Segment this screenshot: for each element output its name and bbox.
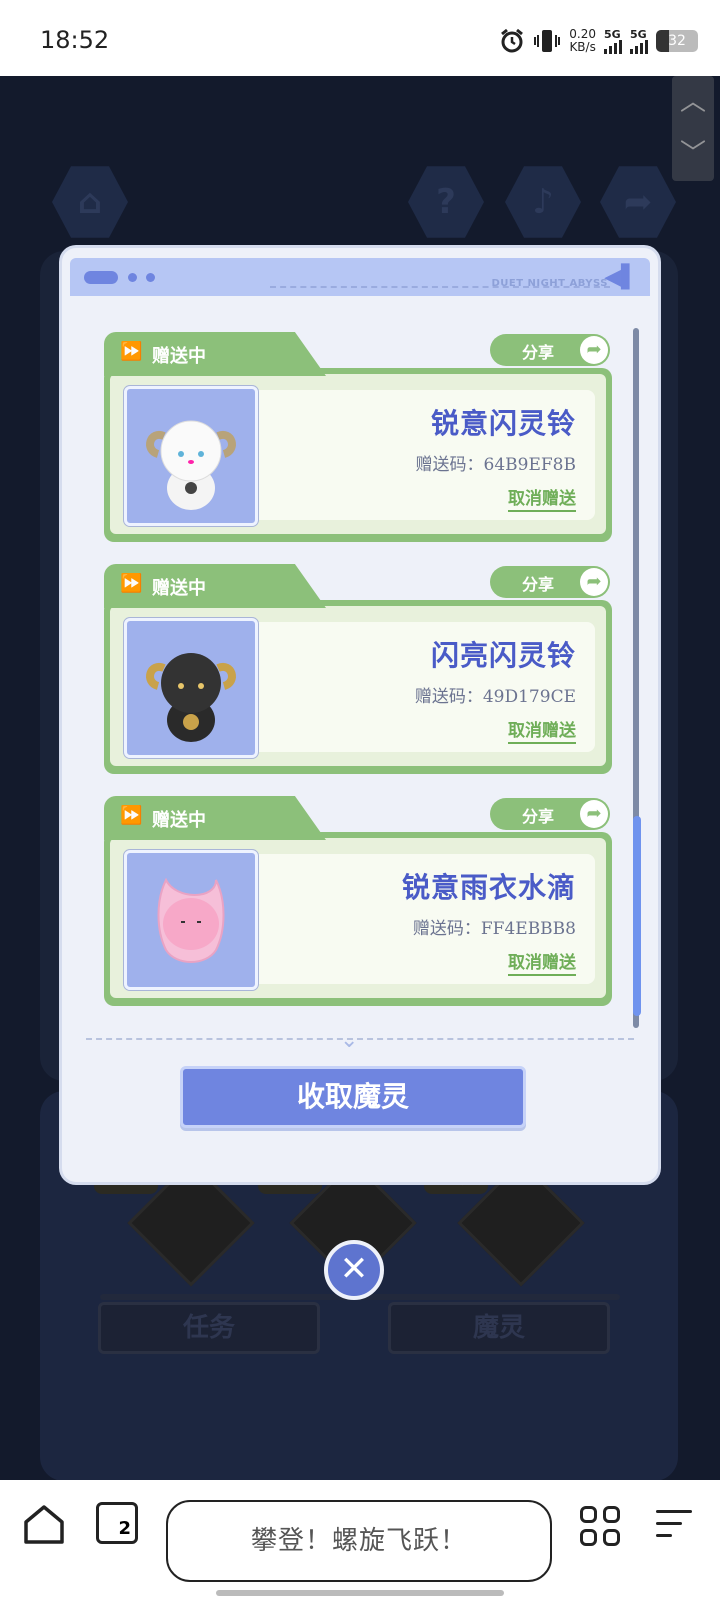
gift-code: 64B9EF8B [483,455,576,475]
gift-code-row: 赠送码：49D179CE [414,687,576,707]
item-image [124,386,258,526]
home-icon[interactable] [22,1502,66,1546]
fast-forward-icon: ⏩ [120,341,143,362]
close-icon[interactable]: ✕ [324,1240,384,1300]
gift-card: 锐意闪灵铃 赠送码：64B9EF8B 取消赠送 ⏩ 赠送中 分享 ➦ [104,332,612,542]
gift-card: 锐意雨衣水滴 赠送码：FF4EBBB8 取消赠送 ⏩ 赠送中 分享 ➦ [104,796,612,1006]
share-arrow-icon: ➦ [580,568,608,596]
item-image [124,618,258,758]
share-button[interactable]: 分享 ➦ [490,798,610,830]
music-icon[interactable]: ♪ [505,166,581,238]
status-bar: 18:52 0.20 KB/s 5G 5G 32 [0,0,720,76]
share-arrow-icon: ➦ [580,800,608,828]
signal-bars-icon [630,39,648,54]
alarm-icon [501,28,524,53]
gift-status: 赠送中 [152,578,206,599]
chevron-down-icon: ⌄ [340,1028,359,1053]
menu-icon[interactable] [656,1510,692,1546]
header-brand: DUET NIGHT ABYSS [491,278,608,289]
status-icons: 0.20 KB/s 5G 5G 32 [499,28,698,54]
cancel-gift-link[interactable]: 取消赠送 [508,948,576,976]
raincoat-droplet-image [157,877,225,963]
tabs-button[interactable]: 2 [96,1502,138,1544]
gift-status: 赠送中 [152,810,206,831]
gift-card: 闪亮闪灵铃 赠送码：49D179CE 取消赠送 ⏩ 赠送中 分享 ➦ [104,564,612,774]
battery-indicator: 32 [656,30,698,52]
cancel-gift-link[interactable]: 取消赠送 [508,716,576,744]
home-icon[interactable]: ⌂ [52,166,128,238]
gift-code: FF4EBBB8 [480,919,576,939]
scroll-down-icon[interactable]: ﹀ [672,128,714,180]
tab-spirits[interactable]: 魔灵 [388,1302,610,1354]
list-scrollbar-thumb[interactable] [633,816,641,1016]
goat-spirit-image [146,653,236,742]
net-speed: 0.20 KB/s [569,27,596,54]
share-arrow-icon: ➦ [580,336,608,364]
help-icon[interactable]: ? [408,166,484,238]
share-button[interactable]: 分享 ➦ [490,334,610,366]
divider [86,1038,634,1040]
fast-forward-icon: ⏩ [120,573,143,594]
search-bar[interactable]: 攀登！螺旋飞跃！ [166,1500,552,1582]
gift-code-row: 赠送码：FF4EBBB8 [412,919,576,939]
signal-sim2: 5G [630,29,648,54]
cancel-gift-link[interactable]: 取消赠送 [508,484,576,512]
signal-bars-icon [604,39,622,54]
collect-spirit-button[interactable]: 收取魔灵 [180,1066,526,1128]
item-name: 锐意雨衣水滴 [401,871,576,904]
fast-forward-icon: ⏩ [120,805,143,826]
item-image [124,850,258,990]
page-scroll-control[interactable]: ︿ ﹀ [672,76,714,181]
collapse-icon[interactable]: ◀▌ [604,265,638,290]
home-indicator [216,1590,504,1596]
item-name: 闪亮闪灵铃 [430,639,576,672]
gift-status: 赠送中 [152,346,206,367]
gift-modal: DUET NIGHT ABYSS ◀▌ 锐意闪灵铃 赠送码：64B9EF8B 取… [62,248,658,1182]
share-button[interactable]: 分享 ➦ [490,566,610,598]
item-name: 锐意闪灵铃 [430,407,576,440]
tab-tasks[interactable]: 任务 [98,1302,320,1354]
browser-nav-bar: 2 攀登！螺旋飞跃！ [0,1480,720,1600]
apps-grid-icon[interactable] [580,1506,620,1546]
vibrate-icon [534,30,561,52]
modal-header: DUET NIGHT ABYSS ◀▌ [70,258,650,296]
scroll-up-icon[interactable]: ︿ [672,76,714,128]
gift-code-row: 赠送码：64B9EF8B [415,455,576,475]
clock: 18:52 [40,26,110,54]
gift-code: 49D179CE [482,687,576,707]
goat-spirit-image [146,420,236,510]
share-icon[interactable]: ➦ [600,166,676,238]
signal-sim1: 5G [604,29,622,54]
